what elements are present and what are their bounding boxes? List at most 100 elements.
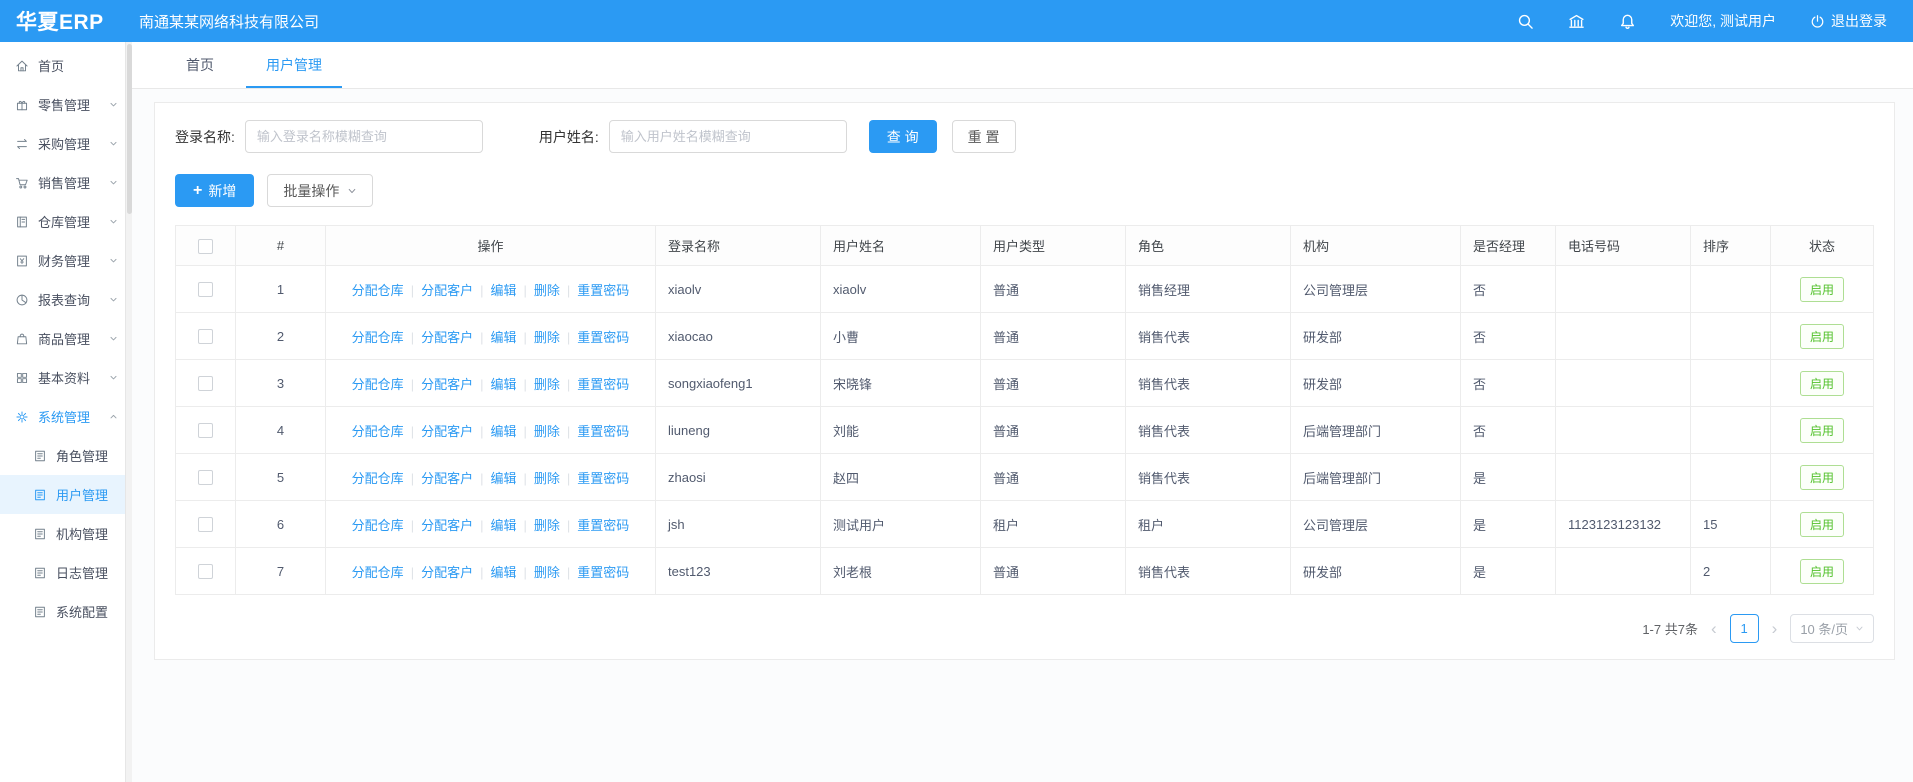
cell-index: 3 (236, 360, 326, 407)
batch-operation-button[interactable]: 批量操作 (267, 174, 373, 207)
logout-button[interactable]: 退出登录 (1810, 11, 1887, 31)
sidebar-item-label: 零售管理 (38, 95, 90, 114)
login-name-input[interactable] (245, 120, 483, 153)
assign-customer-link[interactable]: 分配客户 (421, 471, 473, 486)
assign-warehouse-link[interactable]: 分配仓库 (352, 471, 404, 486)
sidebar-item-role-management[interactable]: 角色管理 (0, 436, 132, 475)
top-bar: 华夏ERP 南通某某网络科技有限公司 欢迎您, 测试用户 退出登录 (0, 0, 1913, 42)
separator: | (480, 565, 483, 580)
delete-link[interactable]: 删除 (534, 565, 560, 580)
sidebar-item-log-management[interactable]: 日志管理 (0, 553, 132, 592)
col-header-login: 登录名称 (656, 226, 821, 266)
cell-actions: 分配仓库|分配客户|编辑|删除|重置密码 (326, 313, 656, 360)
platform-icon[interactable] (1568, 13, 1585, 30)
cell-type: 普通 (981, 266, 1126, 313)
reset-password-link[interactable]: 重置密码 (577, 330, 629, 345)
sidebar-item-reports[interactable]: 报表查询 (0, 280, 132, 319)
assign-warehouse-link[interactable]: 分配仓库 (352, 565, 404, 580)
cell-sort (1691, 360, 1771, 407)
add-button[interactable]: + 新增 (175, 174, 254, 207)
assign-customer-link[interactable]: 分配客户 (421, 518, 473, 533)
search-icon[interactable] (1517, 13, 1534, 30)
separator: | (411, 518, 414, 533)
cell-phone (1556, 266, 1691, 313)
sidebar-item-finance[interactable]: 财务管理 (0, 241, 132, 280)
page-size-select[interactable]: 10 条/页 (1790, 614, 1874, 643)
sidebar-scrollbar[interactable] (125, 42, 132, 782)
delete-link[interactable]: 删除 (534, 471, 560, 486)
assign-warehouse-link[interactable]: 分配仓库 (352, 518, 404, 533)
home-icon (15, 59, 29, 73)
sidebar-item-system-config[interactable]: 系统配置 (0, 592, 132, 631)
cell-login: xiaocao (656, 313, 821, 360)
assign-customer-link[interactable]: 分配客户 (421, 330, 473, 345)
edit-link[interactable]: 编辑 (490, 565, 516, 580)
cell-manager: 否 (1461, 407, 1556, 454)
reset-password-link[interactable]: 重置密码 (577, 424, 629, 439)
query-button[interactable]: 查 询 (869, 120, 937, 153)
sidebar-item-label: 采购管理 (38, 134, 90, 153)
sidebar-item-system[interactable]: 系统管理 (0, 397, 132, 436)
reset-password-link[interactable]: 重置密码 (577, 565, 629, 580)
sidebar-item-user-management[interactable]: 用户管理 (0, 475, 132, 514)
delete-link[interactable]: 删除 (534, 330, 560, 345)
row-checkbox[interactable] (198, 282, 213, 297)
sidebar-item-goods[interactable]: 商品管理 (0, 319, 132, 358)
sidebar-item-warehouse[interactable]: 仓库管理 (0, 202, 132, 241)
select-all-checkbox[interactable] (198, 239, 213, 254)
assign-warehouse-link[interactable]: 分配仓库 (352, 330, 404, 345)
reset-password-link[interactable]: 重置密码 (577, 518, 629, 533)
edit-link[interactable]: 编辑 (490, 283, 516, 298)
prev-page-button[interactable]: ‹ (1708, 620, 1720, 637)
assign-warehouse-link[interactable]: 分配仓库 (352, 424, 404, 439)
row-checkbox[interactable] (198, 564, 213, 579)
edit-link[interactable]: 编辑 (490, 330, 516, 345)
tab-user-management[interactable]: 用户管理 (240, 42, 348, 88)
edit-link[interactable]: 编辑 (490, 471, 516, 486)
cell-login: songxiaofeng1 (656, 360, 821, 407)
assign-customer-link[interactable]: 分配客户 (421, 283, 473, 298)
reset-password-link[interactable]: 重置密码 (577, 283, 629, 298)
reset-button[interactable]: 重 置 (952, 120, 1016, 153)
scrollbar-thumb[interactable] (127, 44, 132, 214)
row-checkbox[interactable] (198, 517, 213, 532)
cell-role: 销售代表 (1126, 454, 1291, 501)
delete-link[interactable]: 删除 (534, 377, 560, 392)
table-body: 1 分配仓库|分配客户|编辑|删除|重置密码 xiaolv xiaolv 普通 … (176, 266, 1874, 595)
cell-login: test123 (656, 548, 821, 595)
cell-actions: 分配仓库|分配客户|编辑|删除|重置密码 (326, 407, 656, 454)
sidebar-item-purchase[interactable]: 采购管理 (0, 124, 132, 163)
user-name-input[interactable] (609, 120, 847, 153)
tab-home[interactable]: 首页 (160, 42, 240, 88)
delete-link[interactable]: 删除 (534, 424, 560, 439)
bell-icon[interactable] (1619, 13, 1636, 30)
delete-link[interactable]: 删除 (534, 518, 560, 533)
next-page-button[interactable]: › (1769, 620, 1781, 637)
assign-warehouse-link[interactable]: 分配仓库 (352, 283, 404, 298)
page-number-button[interactable]: 1 (1730, 614, 1759, 643)
edit-link[interactable]: 编辑 (490, 518, 516, 533)
row-checkbox[interactable] (198, 329, 213, 344)
reset-password-link[interactable]: 重置密码 (577, 471, 629, 486)
delete-link[interactable]: 删除 (534, 283, 560, 298)
pagination: 1-7 共7条 ‹ 1 › 10 条/页 (175, 614, 1874, 643)
sidebar-item-basic-data[interactable]: 基本资料 (0, 358, 132, 397)
assign-customer-link[interactable]: 分配客户 (421, 377, 473, 392)
assign-warehouse-link[interactable]: 分配仓库 (352, 377, 404, 392)
sidebar-item-sales[interactable]: 销售管理 (0, 163, 132, 202)
power-icon (1810, 14, 1825, 29)
sidebar-item-org-management[interactable]: 机构管理 (0, 514, 132, 553)
row-checkbox[interactable] (198, 423, 213, 438)
sidebar-item-label: 日志管理 (56, 563, 108, 582)
assign-customer-link[interactable]: 分配客户 (421, 424, 473, 439)
row-checkbox[interactable] (198, 470, 213, 485)
assign-customer-link[interactable]: 分配客户 (421, 565, 473, 580)
edit-link[interactable]: 编辑 (490, 377, 516, 392)
sidebar-item-retail[interactable]: 零售管理 (0, 85, 132, 124)
reset-password-link[interactable]: 重置密码 (577, 377, 629, 392)
cell-index: 2 (236, 313, 326, 360)
row-checkbox[interactable] (198, 376, 213, 391)
edit-link[interactable]: 编辑 (490, 424, 516, 439)
separator: | (480, 518, 483, 533)
sidebar-item-home[interactable]: 首页 (0, 46, 132, 85)
